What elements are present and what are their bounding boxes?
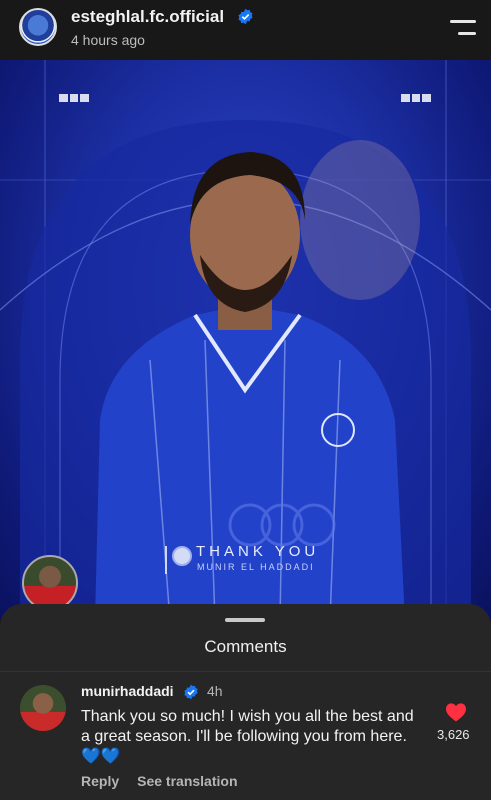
comment-timestamp: 4h [207,683,223,699]
comment-like-count: 3,626 [437,727,470,742]
club-crest-icon [172,546,192,566]
reply-button[interactable]: Reply [81,773,119,789]
thank-you-text: THANK YOU [196,543,320,560]
account-username[interactable]: esteghlal.fc.official [71,7,224,27]
comment-text: Thank you so much! I wish you all the be… [81,708,414,765]
post-image[interactable]: THANK YOU MUNIR EL HADDADI [0,60,491,620]
comment-username[interactable]: munirhaddadi [81,683,174,699]
tagged-user-avatar[interactable] [22,555,78,611]
post-artwork [0,60,491,620]
post-header: esteghlal.fc.official 4 hours ago [0,0,491,60]
post-timestamp: 4 hours ago [71,32,145,48]
divider-bar [165,546,167,574]
corner-tag-right [401,94,432,102]
heart-icon[interactable] [445,702,467,722]
comments-sheet: Comments munirhaddadi 4h Thank you so mu… [0,604,491,800]
verified-badge-icon [238,8,253,25]
comment-avatar[interactable] [20,685,66,731]
sheet-divider [0,671,491,672]
comment-actions: Reply See translation [81,773,238,789]
see-translation-button[interactable]: See translation [137,773,237,789]
comments-title: Comments [204,637,287,656]
sheet-drag-handle[interactable] [225,618,265,622]
corner-tag-left [59,94,90,102]
verified-badge-icon [184,684,198,700]
player-name-text: MUNIR EL HADDADI [197,562,315,572]
menu-icon[interactable] [450,20,476,36]
account-avatar[interactable] [19,8,57,46]
